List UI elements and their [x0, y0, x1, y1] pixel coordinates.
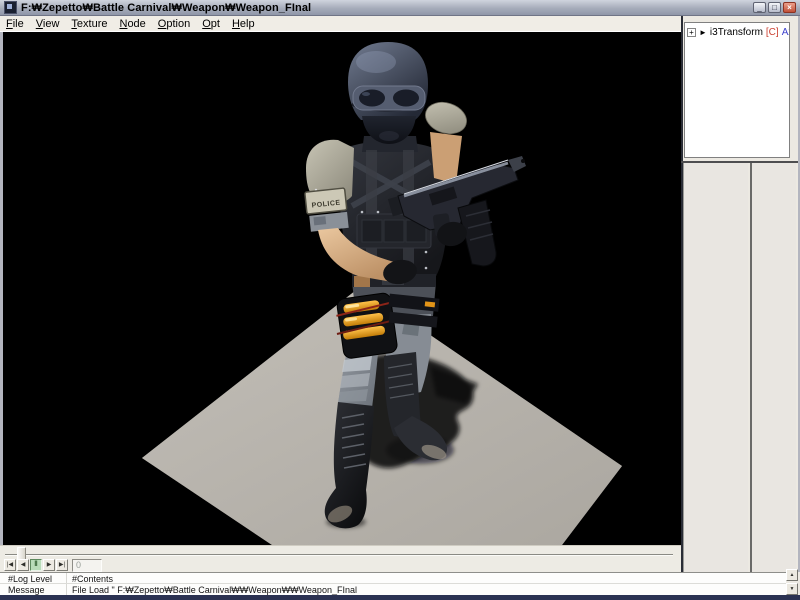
property-column-right	[750, 163, 796, 572]
menu-file[interactable]: File	[0, 17, 30, 31]
menu-opt[interactable]: Opt	[196, 17, 226, 31]
go-last-icon: ▶|	[59, 562, 65, 568]
window-controls: _ □ ×	[753, 2, 798, 13]
menu-texture[interactable]: Texture	[65, 17, 113, 31]
log-header-level: #Log Level	[8, 574, 52, 584]
scroll-up-icon: ▲	[790, 572, 795, 578]
restore-icon: □	[772, 3, 777, 12]
step-back-button[interactable]: ◀	[17, 559, 29, 571]
log-header-row: #Log Level #Contents	[0, 573, 786, 584]
log-scroll-down-button[interactable]: ▼	[786, 583, 798, 595]
log-panel: #Log Level #Contents Message File Load "…	[0, 572, 786, 595]
scene-tree-panel: + ► i3Transform [C] AxisRotate	[684, 22, 790, 158]
step-back-icon: ◀	[21, 562, 26, 568]
log-header-contents: #Contents	[72, 574, 113, 584]
menu-bar: File View Texture Node Option Opt Help	[0, 16, 681, 32]
minimize-button[interactable]: _	[753, 2, 766, 13]
transport-buttons: |◀ ◀ ‖ ▶ ▶|	[4, 559, 68, 571]
pause-icon: ‖	[34, 561, 37, 568]
log-scroll-up-button[interactable]: ▲	[786, 569, 798, 581]
close-icon: ×	[787, 3, 792, 12]
3d-viewport[interactable]: POLICE	[3, 32, 681, 545]
step-forward-button[interactable]: ▶	[43, 559, 55, 571]
step-forward-icon: ▶	[47, 562, 52, 568]
app-icon	[4, 1, 17, 14]
helmet	[348, 42, 428, 144]
tree-expand-icon[interactable]: +	[687, 28, 696, 37]
menu-option[interactable]: Option	[152, 17, 196, 31]
frame-number-field[interactable]: 0	[72, 559, 102, 572]
scene-canvas: POLICE	[3, 32, 681, 545]
property-columns	[681, 161, 798, 572]
tree-node-tag: [C]	[766, 27, 779, 38]
tree-node-label: i3Transform	[710, 27, 763, 38]
menu-node[interactable]: Node	[113, 17, 151, 31]
property-column-left	[683, 163, 748, 572]
close-button[interactable]: ×	[783, 2, 796, 13]
pause-button[interactable]: ‖	[30, 559, 42, 571]
transform-node-icon: ►	[699, 28, 707, 37]
tree-node-link[interactable]: AxisRotate	[782, 27, 790, 38]
right-panel: + ► i3Transform [C] AxisRotate	[681, 16, 800, 572]
animation-transport-bar: |◀ ◀ ‖ ▶ ▶| 0	[0, 545, 681, 572]
title-bar: F:₩Zepetto₩Battle Carnival₩Weapon₩Weapon…	[0, 0, 800, 16]
goggles	[353, 86, 425, 110]
window-title: F:₩Zepetto₩Battle Carnival₩Weapon₩Weapon…	[21, 2, 311, 14]
go-first-icon: |◀	[7, 562, 13, 568]
go-last-button[interactable]: ▶|	[56, 559, 68, 571]
log-row-level: Message	[8, 585, 45, 595]
log-row-contents: File Load " F:₩Zepetto₩Battle Carnival₩₩…	[72, 585, 357, 595]
scroll-down-icon: ▼	[790, 586, 795, 592]
tree-item-i3transform[interactable]: + ► i3Transform [C] AxisRotate	[685, 23, 789, 42]
menu-help[interactable]: Help	[226, 17, 261, 31]
window-bottom-border	[0, 595, 800, 600]
restore-button[interactable]: □	[768, 2, 781, 13]
timeline-track[interactable]	[5, 554, 673, 556]
minimize-icon: _	[757, 3, 761, 12]
menu-view[interactable]: View	[30, 17, 66, 31]
go-first-button[interactable]: |◀	[4, 559, 16, 571]
